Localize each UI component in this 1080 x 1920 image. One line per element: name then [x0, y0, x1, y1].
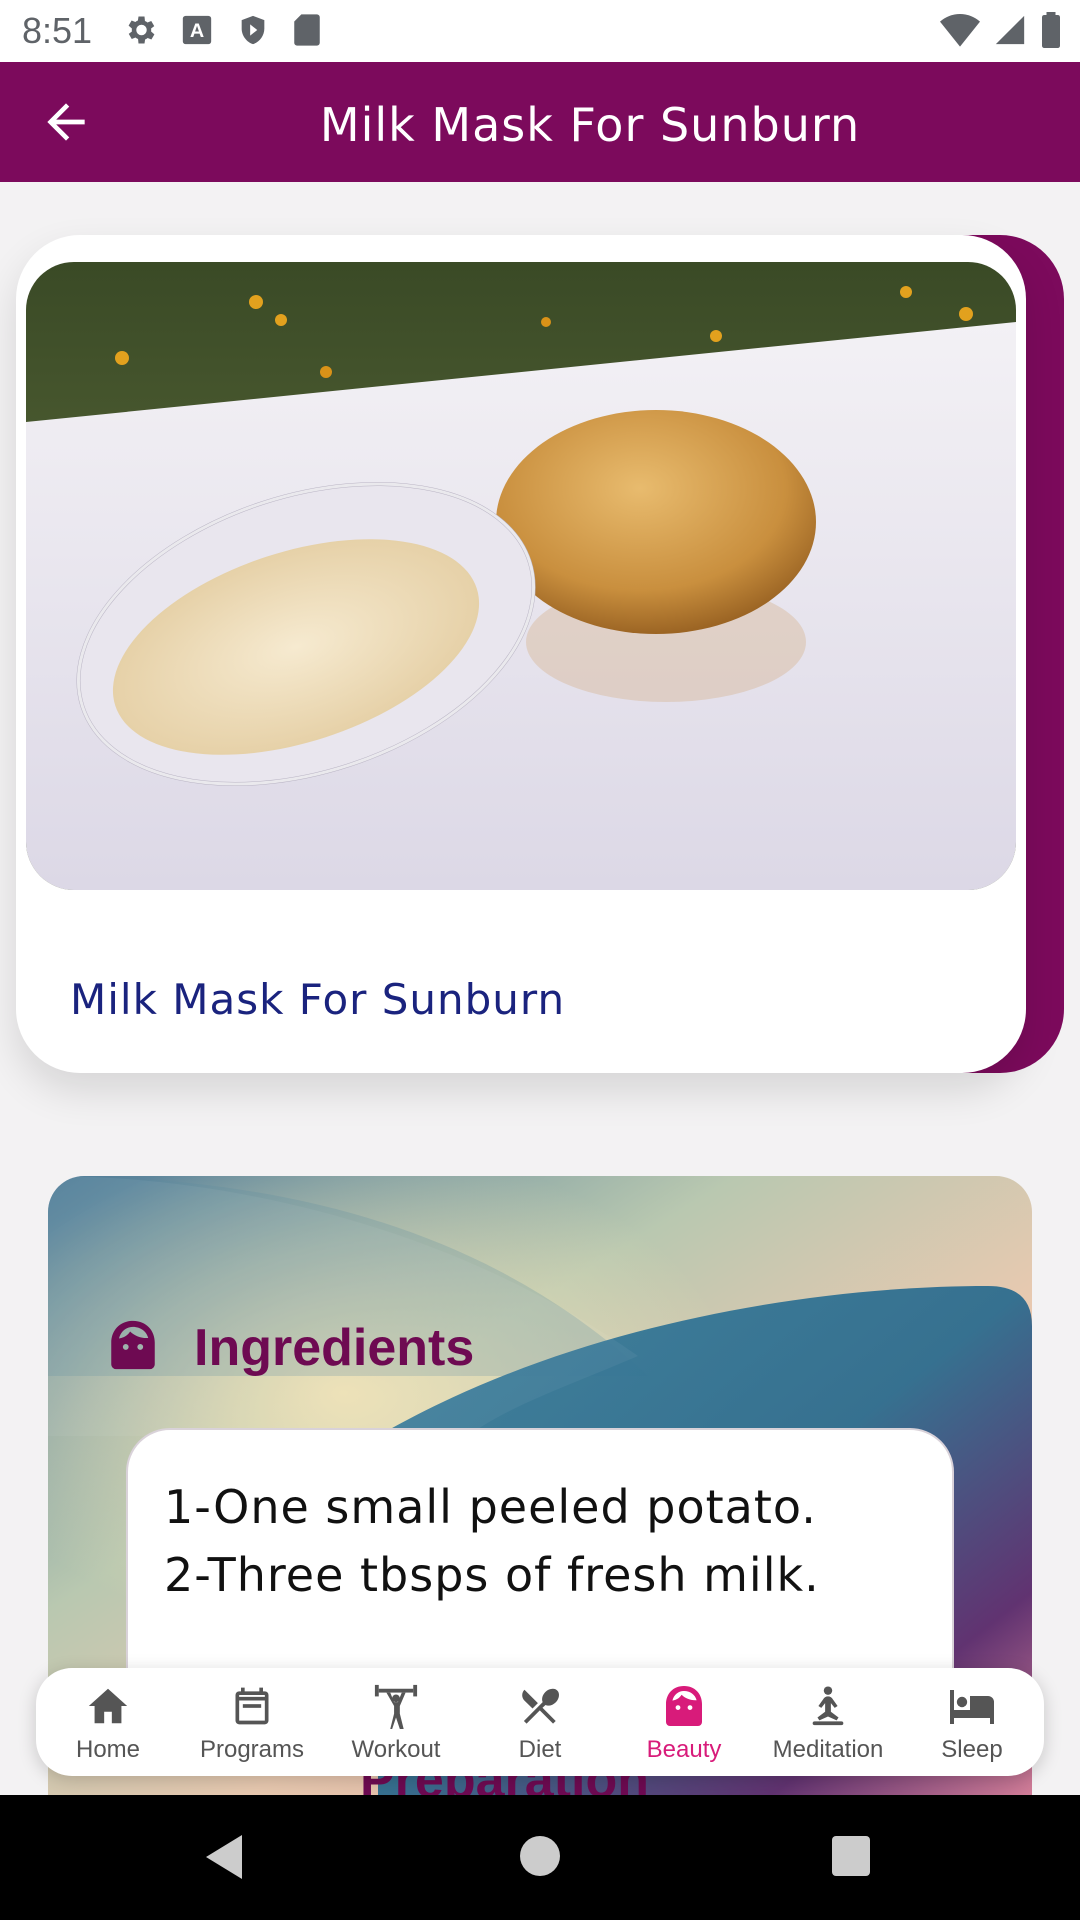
nav-sleep[interactable]: Sleep — [902, 1680, 1042, 1764]
home-icon — [88, 1688, 128, 1724]
nav-label: Workout — [351, 1736, 441, 1763]
nav-diet[interactable]: Diet — [470, 1680, 610, 1764]
ingredient-line: 1-One small peeled potato. — [164, 1480, 817, 1534]
calendar-icon — [235, 1687, 269, 1725]
wifi-icon — [940, 14, 980, 47]
nav-meditation[interactable]: Meditation — [758, 1680, 898, 1764]
system-back-icon[interactable] — [206, 1835, 246, 1879]
card-title: Milk Mask For Sunburn — [70, 975, 566, 1024]
screen: 8:51 A Milk Mask For Sunburn Milk Mask F… — [0, 0, 1080, 1920]
nav-workout[interactable]: Workout — [326, 1680, 466, 1764]
system-home-icon[interactable] — [520, 1836, 560, 1876]
sdcard-icon — [294, 14, 320, 46]
battery-icon — [1042, 12, 1060, 48]
signal-icon — [995, 15, 1025, 45]
nav-beauty[interactable]: Beauty — [614, 1680, 754, 1764]
nav-home[interactable]: Home — [38, 1680, 178, 1764]
ingredients-title: Ingredients — [194, 1319, 475, 1377]
shield-icon — [241, 15, 265, 45]
ingredient-line: 2-Three tbsps of fresh milk. — [164, 1548, 820, 1602]
page-title: Milk Mask For Sunburn — [319, 98, 861, 152]
fork-knife-icon — [522, 1688, 560, 1724]
recipe-image — [26, 262, 1016, 890]
nav-label: Diet — [518, 1736, 562, 1763]
nav-label: Sleep — [941, 1736, 1003, 1763]
nav-programs[interactable]: Programs — [182, 1680, 322, 1764]
face-icon — [666, 1686, 702, 1726]
status-icons-left: A — [122, 12, 322, 48]
bed-icon — [950, 1690, 994, 1724]
meditation-icon — [812, 1686, 844, 1726]
nav-label: Beauty — [646, 1736, 722, 1763]
system-recents-icon[interactable] — [832, 1836, 870, 1876]
face-icon — [111, 1320, 155, 1370]
a-icon: A — [182, 15, 212, 45]
gear-icon — [128, 16, 155, 44]
status-bar: 8:51 A — [0, 0, 1080, 62]
status-time: 8:51 — [22, 10, 93, 51]
nav-label: Meditation — [772, 1736, 884, 1763]
nav-label: Home — [75, 1736, 141, 1763]
svg-text:A: A — [190, 20, 204, 42]
nav-label: Programs — [199, 1736, 305, 1763]
app-bar: Milk Mask For Sunburn — [0, 62, 1080, 182]
weightlifter-icon — [374, 1684, 418, 1729]
status-icons-right — [940, 12, 1062, 48]
bottom-nav: Home Programs Workout Diet Beauty Medita… — [36, 1668, 1044, 1776]
